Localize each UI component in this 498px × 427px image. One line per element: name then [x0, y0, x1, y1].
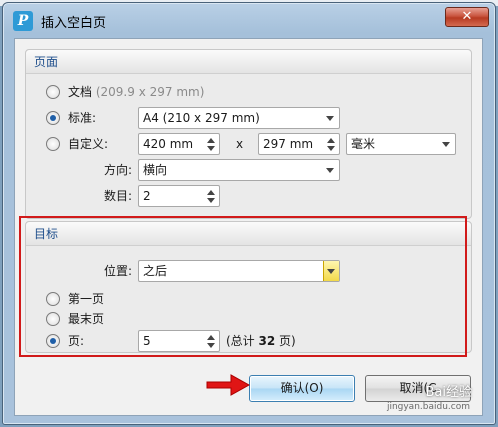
- document-size-label: 文档 (209.9 x 297 mm): [68, 85, 205, 99]
- standard-size-radio[interactable]: [46, 111, 60, 125]
- standard-size-select[interactable]: A4 (210 x 297 mm): [138, 107, 340, 129]
- spin-down-icon[interactable]: [207, 146, 215, 151]
- spin-down-icon[interactable]: [327, 146, 335, 151]
- standard-size-value: A4 (210 x 297 mm): [143, 111, 260, 125]
- page-group: 页面 文档 (209.9 x 297 mm) 标准: A4 (210 x 297…: [25, 49, 472, 219]
- chevron-down-icon: [326, 168, 334, 173]
- spin-down-icon[interactable]: [207, 198, 215, 203]
- count-stepper[interactable]: 2: [138, 185, 220, 207]
- custom-width-value: 420 mm: [143, 137, 194, 151]
- document-size-detail: (209.9 x 297 mm): [95, 85, 205, 99]
- page-group-header: 页面: [26, 50, 471, 74]
- orientation-select[interactable]: 横向: [138, 159, 340, 181]
- custom-height-value: 297 mm: [263, 137, 314, 151]
- document-size-radio[interactable]: [46, 85, 60, 99]
- close-button[interactable]: ✕: [445, 7, 489, 27]
- dimension-separator: x: [236, 137, 244, 151]
- count-label: 数目:: [104, 189, 133, 203]
- unit-select[interactable]: 毫米: [346, 133, 456, 155]
- orientation-label: 方向:: [104, 163, 133, 177]
- custom-width-stepper[interactable]: 420 mm: [138, 133, 220, 155]
- standard-size-label: 标准:: [68, 111, 97, 125]
- highlight-annotation-box: [19, 216, 467, 357]
- spin-up-icon[interactable]: [207, 138, 215, 143]
- custom-size-label: 自定义:: [68, 137, 109, 151]
- watermark-logo: Bai经验: [425, 385, 473, 400]
- orientation-value: 横向: [143, 163, 168, 177]
- chevron-down-icon: [442, 142, 450, 147]
- spin-up-icon[interactable]: [207, 190, 215, 195]
- custom-size-radio[interactable]: [46, 137, 60, 151]
- app-logo-icon: P: [13, 11, 33, 31]
- pointer-arrow-icon: [206, 374, 251, 396]
- count-value: 2: [143, 189, 151, 203]
- title-bar[interactable]: P 插入空白页 ✕: [3, 3, 495, 37]
- dialog-title: 插入空白页: [41, 16, 107, 31]
- spin-up-icon[interactable]: [327, 138, 335, 143]
- close-icon: ✕: [461, 9, 473, 24]
- chevron-down-icon: [326, 116, 334, 121]
- unit-value: 毫米: [351, 137, 376, 151]
- custom-height-stepper[interactable]: 297 mm: [258, 133, 340, 155]
- ok-button[interactable]: 确认(O): [249, 375, 355, 402]
- watermark-url: jingyan.baidu.com: [386, 402, 470, 412]
